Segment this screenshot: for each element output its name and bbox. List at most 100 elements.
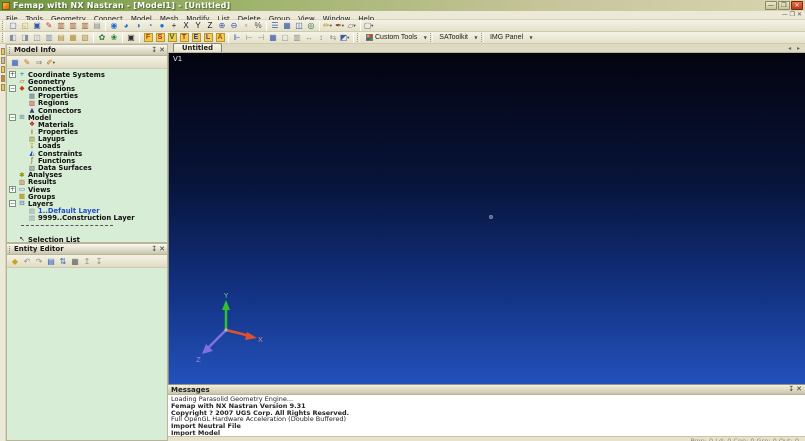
prev-entity-icon[interactable]: ↥ — [81, 256, 93, 267]
solid-icon[interactable]: ▥ — [291, 32, 303, 43]
close-icon[interactable]: ✕ — [159, 46, 165, 55]
dock-left-icon[interactable]: ◧ — [7, 32, 19, 43]
measure-y-icon[interactable]: ↕ — [315, 32, 327, 43]
chevron-down-icon[interactable]: ▼ — [472, 32, 480, 43]
tab-untitled[interactable]: Untitled — [173, 43, 222, 52]
grid-icon[interactable]: ▦ — [281, 20, 293, 31]
shape-dropdown-icon[interactable]: ▱ ▼ — [346, 20, 358, 31]
toolbar-grip[interactable] — [430, 33, 434, 42]
tab-scroll-arrows[interactable]: ◂ ▸ — [788, 45, 802, 52]
zoom-window-icon[interactable]: ▫ — [240, 20, 252, 31]
surface-icon[interactable]: ▢ — [279, 32, 291, 43]
zoom-percent-icon[interactable]: % — [252, 20, 264, 31]
collapse-icon[interactable]: − — [9, 200, 16, 208]
close-icon[interactable]: ✕ — [159, 245, 165, 254]
restore-button[interactable]: ❐ — [778, 1, 790, 10]
view-z-icon[interactable]: Z — [204, 20, 216, 31]
post-v-icon[interactable]: V — [166, 32, 178, 43]
copy-icon[interactable]: ▥ — [55, 20, 67, 31]
expand-icon[interactable]: + — [9, 71, 16, 79]
categorized-view-icon[interactable]: ▤ — [45, 256, 57, 267]
visibility-icon[interactable]: ◎ — [305, 20, 317, 31]
entity-editor-header[interactable]: Entity Editor ↧ ✕ — [7, 244, 167, 255]
model-info-tree-body[interactable]: + + Coordinate Systems ▱ Geometry − ◆ Connectio… — [7, 69, 167, 242]
redo-icon[interactable]: ↷ — [33, 256, 45, 267]
pin-icon[interactable]: ↧ — [788, 385, 794, 394]
pan-view-icon[interactable]: ◑ — [132, 20, 144, 31]
post-a-icon[interactable]: A — [214, 32, 226, 43]
collapsed-toolbar-icon[interactable] — [0, 48, 5, 55]
view-y-icon[interactable]: Y — [192, 20, 204, 31]
collapsed-toolbar-icon[interactable] — [0, 66, 5, 73]
messages-panel-icon[interactable]: ▧ — [79, 32, 91, 43]
post-l-icon[interactable]: L — [202, 32, 214, 43]
entity-list-icon[interactable]: ☰ — [269, 20, 281, 31]
magnify-view-icon[interactable]: ◔ — [144, 20, 156, 31]
style-dropdown-icon[interactable]: ▢ ▼ — [363, 20, 375, 31]
beam-end-icon[interactable]: ⊣ — [255, 32, 267, 43]
save-icon[interactable]: ▣ — [31, 20, 43, 31]
dock-right-icon[interactable]: ◨ — [19, 32, 31, 43]
tree-item-selection-list[interactable]: ↖ Selection List — [9, 236, 167, 242]
chevron-down-icon[interactable]: ▼ — [421, 32, 429, 43]
mdi-restore-icon[interactable]: ❐ — [790, 11, 795, 19]
satoolkit-button[interactable]: SAToolkit — [435, 32, 472, 43]
chevron-down-icon[interactable]: ▼ — [527, 32, 535, 43]
close-icon[interactable]: ✕ — [796, 385, 802, 394]
zoom-out-icon[interactable]: ⊖ — [228, 20, 240, 31]
undo-icon[interactable]: ↶ — [21, 256, 33, 267]
post-t-icon[interactable]: T — [178, 32, 190, 43]
display-options-icon[interactable]: ▦ — [9, 57, 21, 68]
toolbar-grip[interactable] — [2, 33, 5, 42]
collapsed-toolbar-icon[interactable] — [0, 84, 5, 91]
fit-view-icon[interactable]: ● — [156, 20, 168, 31]
minimize-button[interactable]: — — [765, 1, 777, 10]
entity-editor-body[interactable] — [7, 268, 167, 440]
close-button[interactable]: ✕ — [791, 1, 803, 10]
report-icon[interactable]: ▤ — [91, 20, 103, 31]
open-icon[interactable]: ◱ — [19, 20, 31, 31]
collapse-icon[interactable]: − — [9, 114, 16, 122]
post-f-icon[interactable]: F — [142, 32, 154, 43]
messages-header[interactable]: Messages ↧ ✕ — [168, 384, 805, 395]
model-info-header[interactable]: Model Info ↧ ✕ — [7, 45, 167, 56]
print-icon[interactable]: ✎ — [43, 20, 55, 31]
model-info-panel-icon[interactable]: ▤ — [55, 32, 67, 43]
toolbar-grip[interactable] — [2, 21, 5, 30]
lock-icon[interactable]: ◆ — [9, 256, 21, 267]
render-icon[interactable]: ▣ — [125, 32, 137, 43]
draw-dropdown-icon[interactable]: ✏ ▼ — [322, 20, 334, 31]
zoom-view-icon[interactable]: ◕ — [120, 20, 132, 31]
view-x-icon[interactable]: X — [180, 20, 192, 31]
custom-tools-button[interactable]: Custom Tools — [362, 32, 421, 43]
dock-rows-icon[interactable]: ▥ — [43, 32, 55, 43]
beam-start-icon[interactable]: ⊢ — [243, 32, 255, 43]
zoom-in-icon[interactable]: ⊕ — [216, 20, 228, 31]
collapse-icon[interactable]: − — [9, 85, 16, 93]
connection-icon[interactable]: ✿ — [96, 32, 108, 43]
mdi-close-icon[interactable]: ✕ — [797, 11, 802, 19]
rotate-view-icon[interactable]: ◉ — [108, 20, 120, 31]
notes-icon[interactable]: ▥ — [79, 20, 91, 31]
pin-icon[interactable]: ↧ — [151, 46, 157, 55]
connector-icon[interactable]: ❀ — [108, 32, 120, 43]
property-pages-icon[interactable]: ▦ — [69, 256, 81, 267]
measure-x-icon[interactable]: ↔ — [303, 32, 315, 43]
window-split-icon[interactable]: ◫ — [293, 20, 305, 31]
img-panel-button[interactable]: IMG Panel — [486, 32, 527, 43]
next-entity-icon[interactable]: ↧ — [93, 256, 105, 267]
sort-icon[interactable]: ⇅ — [57, 256, 69, 267]
new-entity-icon[interactable]: ✐ ▼ — [45, 57, 57, 68]
entity-editor-panel-icon[interactable]: ▦ — [67, 32, 79, 43]
collapsed-toolbar-icon[interactable] — [0, 75, 5, 82]
post-e-icon[interactable]: E — [190, 32, 202, 43]
mdi-minimize-icon[interactable]: — — [782, 11, 788, 19]
annotate-dropdown-icon[interactable]: ✒ ▼ — [334, 20, 346, 31]
tree-item-9999-construction-layer[interactable]: ▤ 9999..Construction Layer — [9, 214, 167, 222]
toolbar-grip[interactable] — [480, 33, 484, 42]
paste-icon[interactable]: ▥ — [67, 20, 79, 31]
post-s-icon[interactable]: S — [154, 32, 166, 43]
edit-icon[interactable]: ✎ — [21, 57, 33, 68]
messages-log[interactable]: Loading Parasolid Geometry Engine... Fema… — [168, 395, 805, 436]
mesh-icon[interactable]: ▦ — [267, 32, 279, 43]
